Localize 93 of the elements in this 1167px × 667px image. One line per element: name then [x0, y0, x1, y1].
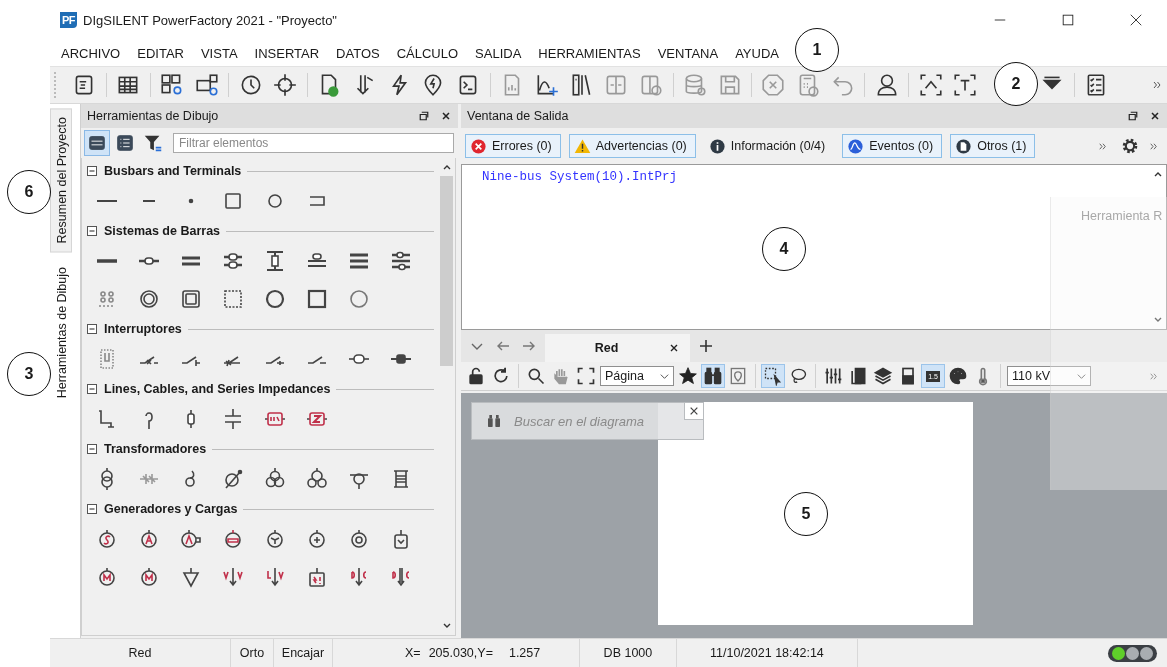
filter-toggle[interactable]: Errores (0) [465, 134, 561, 158]
error-icon [470, 137, 487, 155]
voltage-select[interactable]: 110 kV [1007, 366, 1091, 386]
binoculars-icon[interactable] [702, 365, 724, 387]
menu-item[interactable]: EDITAR [137, 45, 184, 61]
menu-item[interactable]: SALIDA [475, 45, 522, 61]
status-toggle[interactable]: Encajar [273, 639, 332, 667]
icon-view-icon[interactable] [85, 131, 109, 155]
status-text: X= [332, 639, 429, 667]
star-icon[interactable] [677, 365, 699, 387]
filter-toggle[interactable]: Advertencias (0) [568, 134, 696, 158]
status-text: 1.257 [508, 645, 542, 662]
text-frame-icon[interactable] [952, 72, 979, 98]
menu-item[interactable]: VISTA [200, 45, 238, 61]
overflow-icon[interactable] [1097, 140, 1108, 152]
menu-item[interactable]: HERRAMIENTAS [538, 45, 641, 61]
filter-field[interactable]: Filtrar elementos [173, 133, 454, 153]
collapse-icon[interactable] [86, 225, 98, 237]
close-icon[interactable] [1129, 13, 1143, 27]
square-icon[interactable] [305, 287, 329, 311]
rectangle-select-icon[interactable] [762, 365, 784, 387]
app-logo: PF [60, 12, 78, 28]
settings-icon[interactable] [1120, 136, 1140, 156]
collapse-icon[interactable] [86, 323, 98, 335]
float-icon[interactable] [418, 110, 430, 122]
menu-item[interactable]: VENTANA [657, 45, 719, 61]
fullscreen-icon[interactable] [575, 365, 597, 387]
callout-number: 6 [7, 170, 51, 214]
menu-item[interactable]: DATOS [336, 45, 380, 61]
collapse-icon[interactable] [86, 443, 98, 455]
transformer-icon[interactable] [305, 467, 329, 491]
collapse-icon[interactable] [86, 165, 98, 177]
section-title: Interruptores [104, 322, 182, 336]
panel-title: Herramientas de Dibujo [87, 109, 220, 123]
add-tab-icon[interactable] [698, 338, 714, 354]
filter-toggle[interactable]: Información (0/4) [703, 134, 835, 158]
generator-icon[interactable] [179, 527, 203, 551]
callout-number: 1 [795, 28, 839, 72]
status-text: 205.030,Y= [428, 645, 493, 662]
section-title: Lines, Cables, and Series Impedances [104, 382, 331, 396]
status-toggle[interactable]: Orto [230, 639, 273, 667]
palette-icon[interactable] [947, 365, 969, 387]
callout-number: 3 [7, 352, 51, 396]
warning-icon [573, 137, 591, 155]
triple-busbar-node-icon[interactable] [389, 249, 413, 273]
info-icon [708, 137, 726, 155]
document-icon [955, 137, 973, 155]
window-gear-icon[interactable] [193, 72, 220, 98]
maximize-icon[interactable] [1061, 13, 1075, 27]
menu-item[interactable]: CÁLCULO [396, 45, 459, 61]
status-text: DB 1000 [578, 639, 676, 667]
side-tab[interactable]: Resumen del Proyecto [50, 108, 72, 253]
overflow-icon[interactable] [1148, 140, 1159, 152]
section-title: Sistemas de Barras [104, 224, 221, 238]
binoculars-icon [486, 413, 502, 429]
section-title: Transformadores [104, 442, 207, 456]
close-icon[interactable] [440, 110, 452, 122]
close-icon[interactable] [1149, 110, 1161, 122]
layers-icon[interactable] [872, 365, 894, 387]
menu-item[interactable]: AYUDA [735, 45, 779, 61]
filter-toggle[interactable]: Otros (1) [950, 134, 1036, 158]
status-text: 11/10/2021 18:42:14 [675, 639, 857, 667]
curve-frame-icon[interactable] [917, 72, 944, 98]
overflow-icon[interactable] [1151, 79, 1163, 91]
menu-item[interactable]: INSERTAR [254, 45, 320, 61]
collapse-icon[interactable] [86, 503, 98, 515]
double-square-icon[interactable] [179, 287, 203, 311]
search-field[interactable]: Buscar en el diagrama [512, 412, 703, 430]
circle-icon[interactable] [263, 287, 287, 311]
events-icon [847, 137, 865, 155]
zoom-select[interactable]: Página [600, 366, 674, 386]
floating-panel-title: Herramienta R [1081, 209, 1163, 223]
window-title: DIgSILENT PowerFactory 2021 - "Proyecto" [83, 12, 337, 28]
circle-icon[interactable] [347, 287, 371, 311]
crosshair-icon[interactable] [272, 72, 299, 98]
close-button[interactable] [684, 402, 704, 420]
close-icon [689, 406, 699, 416]
load-icon[interactable] [221, 565, 245, 589]
section-title: Generadores y Cargas [104, 502, 238, 516]
status-text: Red [127, 645, 153, 662]
filter-toggle[interactable]: Eventos (0) [842, 134, 943, 158]
menu-item[interactable]: ARCHIVO [61, 45, 121, 61]
panel-title: Ventana de Salida [467, 109, 570, 123]
scroll-thumb[interactable] [440, 176, 453, 366]
diagram-tab[interactable]: Red [545, 334, 690, 362]
float-icon[interactable] [1127, 110, 1139, 122]
search-bar[interactable]: Buscar en el diagrama [471, 402, 704, 440]
collapse-icon[interactable] [86, 383, 98, 395]
output-line: Nine-bus System(10).IntPrj [482, 170, 679, 184]
double-circle-icon[interactable] [137, 287, 161, 311]
dashed-square-icon[interactable] [221, 287, 245, 311]
status-indicator [1108, 644, 1157, 662]
section-title: Busbars and Terminals [104, 164, 242, 178]
